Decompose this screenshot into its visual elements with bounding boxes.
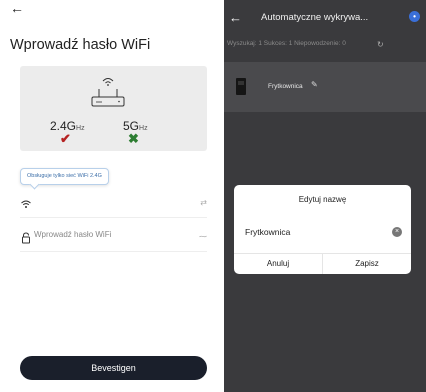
- search-status: Wyszukaj: 1 Sukces: 1 Niepowodzenie: 0: [227, 40, 346, 47]
- check-icon: ✔: [60, 131, 71, 146]
- router-card: 2.4GHz 5GHz ✔ ✖: [20, 66, 207, 151]
- save-button[interactable]: Zapisz: [323, 254, 411, 274]
- air-fryer-icon: [236, 78, 246, 95]
- header: ← Automatyczne wykrywa... •: [224, 0, 426, 36]
- name-field: ×: [245, 224, 402, 244]
- wifi-password-input[interactable]: [34, 230, 184, 239]
- clear-input-icon[interactable]: ×: [392, 227, 402, 237]
- device-name-input[interactable]: [245, 227, 375, 237]
- wifi-icon: [21, 200, 31, 208]
- cross-icon: ✖: [128, 131, 139, 146]
- wifi-band-tooltip: Obsługuje tylko sieć WiFi 2.4G: [20, 168, 109, 185]
- confirm-button[interactable]: Bevestigen: [20, 356, 207, 380]
- back-arrow-icon[interactable]: ←: [10, 0, 24, 16]
- switch-network-icon[interactable]: ⇄: [200, 198, 207, 207]
- auto-detect-screen: ← Automatyczne wykrywa... • Wyszukaj: 1 …: [224, 0, 426, 392]
- edit-pencil-icon[interactable]: ✎: [311, 80, 318, 89]
- back-arrow-icon[interactable]: ←: [229, 11, 242, 25]
- show-password-icon[interactable]: ⁓: [199, 232, 207, 241]
- refresh-icon[interactable]: ↻: [377, 40, 384, 49]
- router-icon: [91, 78, 125, 107]
- wifi-network-row[interactable]: ⇄: [20, 192, 207, 218]
- lock-icon: [22, 232, 30, 244]
- device-name: Frytkownica: [268, 83, 303, 90]
- page-title: Wprowadź hasło WiFi: [10, 37, 151, 53]
- password-row: ⁓: [20, 226, 207, 252]
- cancel-button[interactable]: Anuluj: [234, 254, 322, 274]
- dialog-title: Edytuj nazwę: [298, 195, 347, 204]
- info-icon[interactable]: •: [409, 11, 420, 22]
- device-list-item[interactable]: Frytkownica ✎: [224, 62, 426, 112]
- rename-dialog: Edytuj nazwę × Anuluj Zapisz: [234, 185, 411, 274]
- wifi-password-screen: ← Wprowadź hasło WiFi 2.4GHz 5GHz ✔ ✖ Ob…: [0, 0, 213, 392]
- page-title: Automatyczne wykrywa...: [261, 12, 369, 23]
